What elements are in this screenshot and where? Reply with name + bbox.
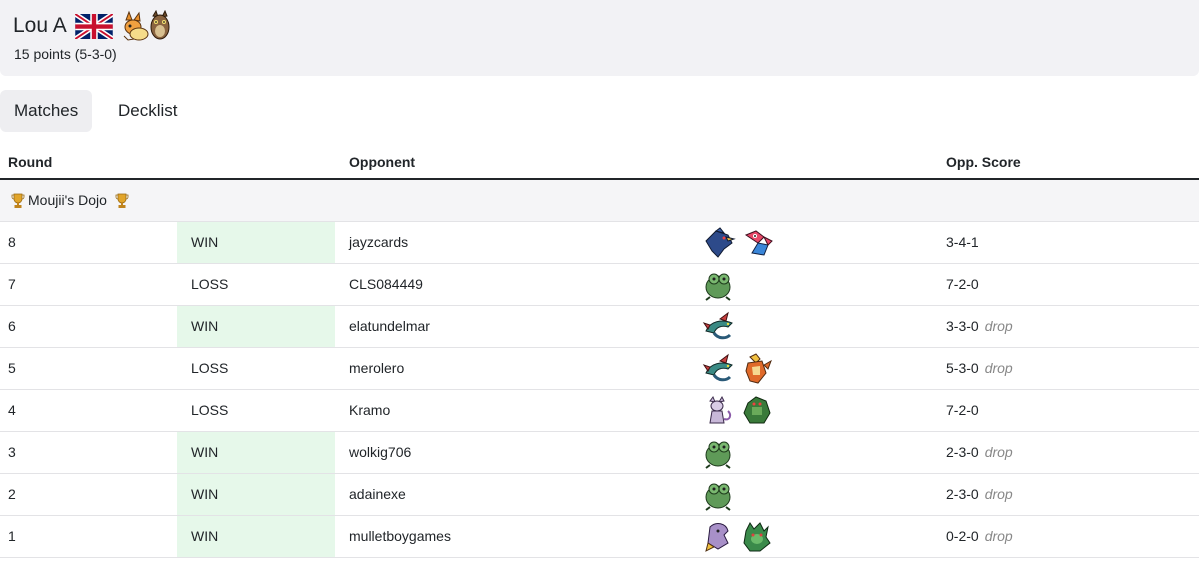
opponent-score: 5-3-0 drop (946, 348, 1013, 389)
green-frog-sprite-icon (705, 273, 731, 301)
psychic-cat-sprite-icon (709, 395, 732, 424)
player-name: Lou A (13, 14, 67, 37)
opponent-deck-sprites[interactable] (702, 521, 774, 553)
table-row[interactable]: 2 WIN adainexe 2-3-0 drop (0, 474, 1199, 516)
player-points: 15 points (5-3-0) (14, 46, 117, 62)
match-result: WIN (177, 222, 335, 263)
opponent-score: 3-4-1 (946, 222, 985, 263)
table-row[interactable]: 7 LOSS CLS084449 7-2-0 (0, 264, 1199, 306)
fire-fighter-sprite-icon (745, 353, 773, 384)
column-header-opp-score[interactable]: Opp. Score (946, 154, 1021, 170)
round-number: 2 (8, 486, 16, 502)
opponent-deck-sprites[interactable] (702, 269, 736, 301)
opponent-name-link[interactable]: mulletboygames (349, 516, 451, 557)
tab-matches[interactable]: Matches (0, 90, 93, 132)
score-value: 3-4-1 (946, 234, 979, 250)
green-armor-sprite-icon (743, 396, 772, 424)
trophy-icon (11, 193, 25, 208)
score-value: 7-2-0 (946, 402, 979, 418)
drop-label: drop (984, 444, 1013, 460)
match-result: LOSS (191, 360, 229, 376)
round-number: 5 (8, 360, 16, 376)
green-frog-sprite-icon (705, 483, 731, 511)
match-result: WIN (177, 474, 335, 515)
round-number: 6 (8, 318, 16, 334)
round-number: 8 (8, 234, 16, 250)
round-number: 4 (8, 402, 16, 418)
opponent-score: 7-2-0 (946, 264, 985, 305)
opponent-deck-sprites[interactable] (702, 353, 774, 385)
noctowl-sprite-icon (150, 10, 170, 40)
opponent-deck-sprites[interactable] (702, 437, 736, 469)
event-group-row: Moujii's Dojo (0, 180, 1199, 222)
dragon-sprite-icon (702, 353, 733, 382)
green-frog-sprite-icon (705, 441, 731, 469)
match-result: WIN (177, 306, 335, 347)
grass-cat-sprite-icon (743, 522, 772, 552)
opponent-name-link[interactable]: adainexe (349, 474, 406, 515)
event-name[interactable]: Moujii's Dojo (28, 192, 107, 208)
match-result: LOSS (191, 276, 229, 292)
drop-label: drop (984, 360, 1013, 376)
trophy-icon (115, 193, 129, 208)
match-result: WIN (177, 432, 335, 473)
table-row[interactable]: 5 LOSS merolero 5-3-0 drop (0, 348, 1199, 390)
table-row[interactable]: 6 WIN elatundelmar 3-3-0 drop (0, 306, 1199, 348)
dragon-sprite-icon (702, 311, 733, 340)
purple-ghost-sprite-icon (705, 523, 729, 552)
match-result: WIN (177, 516, 335, 557)
uk-flag-icon (75, 14, 113, 39)
opponent-name-link[interactable]: merolero (349, 348, 404, 389)
table-row[interactable]: 3 WIN wolkig706 2-3-0 drop (0, 432, 1199, 474)
score-value: 5-3-0 (946, 360, 979, 376)
opponent-deck-sprites[interactable] (702, 311, 736, 343)
opponent-name-link[interactable]: wolkig706 (349, 432, 411, 473)
drop-label: drop (984, 486, 1013, 502)
porygon-sprite-icon (745, 230, 774, 256)
opponent-deck-sprites[interactable] (702, 227, 774, 259)
round-number: 1 (8, 528, 16, 544)
score-value: 2-3-0 (946, 486, 979, 502)
round-number: 7 (8, 276, 16, 292)
drop-label: drop (984, 528, 1013, 544)
opponent-score: 2-3-0 drop (946, 432, 1013, 473)
score-value: 2-3-0 (946, 444, 979, 460)
drop-label: drop (984, 318, 1013, 334)
column-header-opponent[interactable]: Opponent (349, 154, 415, 170)
dark-bird-sprite-icon (705, 227, 736, 258)
round-number: 3 (8, 444, 16, 460)
table-row[interactable]: 1 WIN mulletboygames 0-2-0 drop (0, 516, 1199, 558)
player-header: Lou A 15 points (5-3-0) (0, 0, 1199, 76)
score-value: 3-3-0 (946, 318, 979, 334)
score-value: 0-2-0 (946, 528, 979, 544)
opponent-name-link[interactable]: Kramo (349, 390, 390, 431)
opponent-deck-sprites[interactable] (702, 479, 736, 511)
table-row[interactable]: 4 LOSS Kramo 7-2-0 (0, 390, 1199, 432)
opponent-name-link[interactable]: jayzcards (349, 222, 408, 263)
opponent-deck-sprites[interactable] (702, 395, 774, 427)
opponent-score: 0-2-0 drop (946, 516, 1013, 557)
column-header-round[interactable]: Round (8, 154, 52, 170)
opponent-score: 2-3-0 drop (946, 474, 1013, 515)
opponent-score: 7-2-0 (946, 390, 985, 431)
opponent-score: 3-3-0 drop (946, 306, 1013, 347)
opponent-name-link[interactable]: elatundelmar (349, 306, 430, 347)
tab-decklist[interactable]: Decklist (104, 90, 192, 132)
table-row[interactable]: 8 WIN jayzcards 3-4-1 (0, 222, 1199, 264)
score-value: 7-2-0 (946, 276, 979, 292)
opponent-name-link[interactable]: CLS084449 (349, 264, 423, 305)
match-result: LOSS (191, 402, 229, 418)
